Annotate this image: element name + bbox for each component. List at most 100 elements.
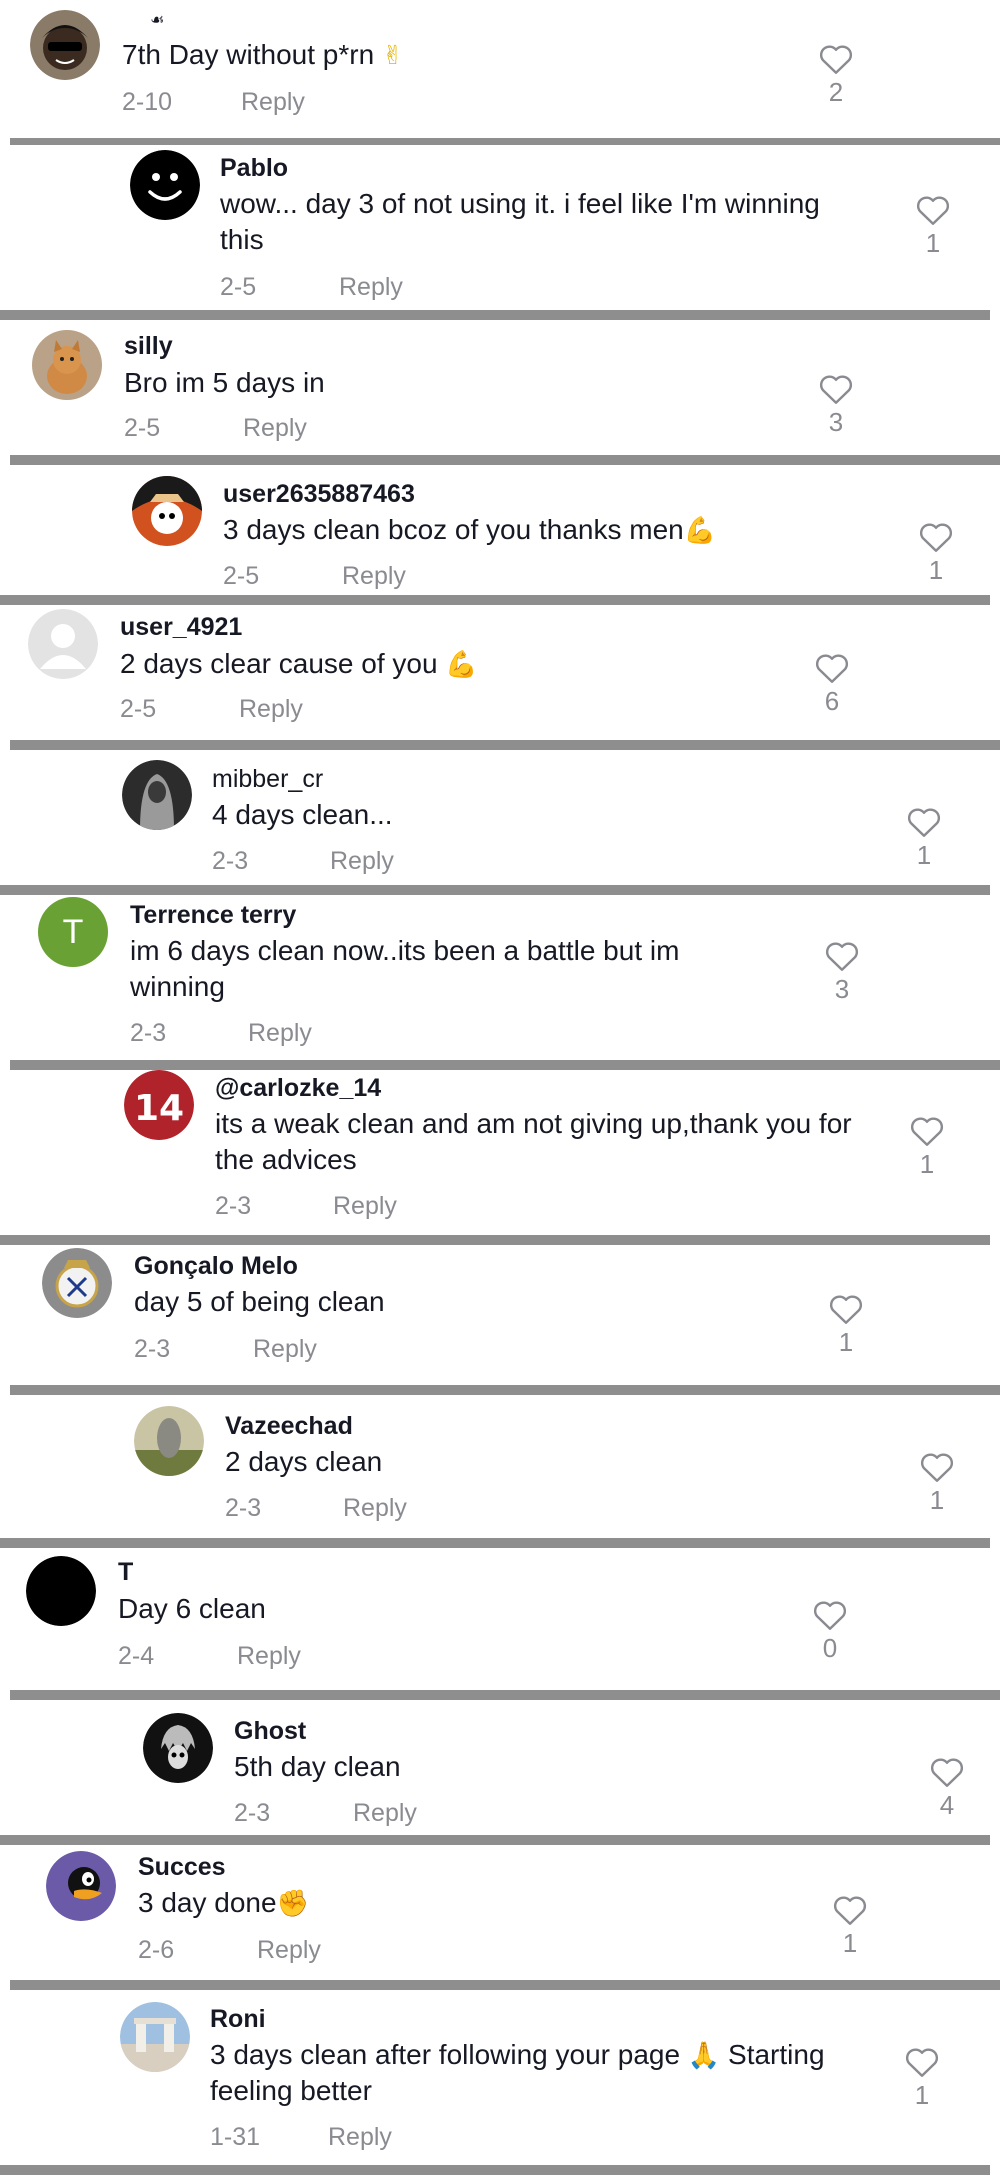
top-badge-icon: ☙: [150, 12, 165, 29]
comment-body: im 6 days clean now..its been a battle b…: [130, 935, 680, 1002]
reply-button[interactable]: Reply: [343, 1494, 407, 1523]
default-avatar-icon[interactable]: [28, 609, 98, 679]
comment-date: 2-4: [118, 1642, 155, 1670]
comment-card: user_4921 2 days clear cause of you 💪 2-…: [0, 605, 1000, 740]
reply-button[interactable]: Reply: [248, 1019, 312, 1048]
reply-button[interactable]: Reply: [239, 695, 303, 724]
comment-text: 3 days clean after following your page 🙏…: [210, 2037, 870, 2109]
comment-date: 2-10: [122, 88, 173, 116]
letter-avatar-icon[interactable]: T: [38, 897, 108, 967]
like-count: 1: [928, 555, 944, 585]
like-button[interactable]: 1: [903, 193, 963, 259]
comment-card: Roni 3 days clean after following your p…: [0, 1995, 1000, 2165]
like-button[interactable]: 3: [806, 372, 866, 438]
username[interactable]: @carlozke_14: [215, 1074, 381, 1103]
reply-button[interactable]: Reply: [328, 2123, 392, 2152]
victory-hand-icon: ✌: [381, 40, 404, 70]
landscape-avatar-icon[interactable]: [120, 2002, 190, 2072]
like-button[interactable]: 1: [897, 1114, 957, 1180]
comment-body: its a weak clean and am not giving up,th…: [215, 1108, 852, 1175]
jersey-avatar-icon[interactable]: 14: [124, 1070, 194, 1140]
comment-card: ☙ 7th Day without p*rn ✌ 2-10 Reply 2: [0, 0, 1000, 138]
like-button[interactable]: 1: [820, 1893, 880, 1959]
like-button[interactable]: 1: [907, 1450, 967, 1516]
like-button[interactable]: 4: [917, 1755, 977, 1821]
comment-text: 3 days clean bcoz of you thanks men💪: [223, 512, 873, 548]
username[interactable]: Terrence terry: [130, 901, 296, 930]
comment-card: Gonçalo Melo day 5 of being clean 2-3 Re…: [0, 1245, 1000, 1385]
username[interactable]: Roni: [210, 2005, 266, 2034]
username[interactable]: Ghost: [234, 1717, 306, 1746]
comment-body: 3 days clean after following your page: [210, 2039, 681, 2070]
heart-outline-icon: [833, 1896, 867, 1925]
duck-avatar-icon[interactable]: [46, 1851, 116, 1921]
heart-outline-icon: [916, 196, 950, 225]
comment-card: Pablo wow... day 3 of not using it. i fe…: [0, 145, 1000, 310]
smiley-avatar-icon[interactable]: [130, 150, 200, 220]
username[interactable]: user_4921: [120, 613, 242, 642]
like-button[interactable]: 1: [894, 805, 954, 871]
username[interactable]: Pablo: [220, 154, 288, 183]
reply-button[interactable]: Reply: [342, 562, 406, 591]
reply-button[interactable]: Reply: [243, 414, 307, 443]
comment-date: 2-6: [138, 1936, 175, 1964]
like-button[interactable]: 1: [892, 2045, 952, 2111]
comment-body: 7th Day without p*rn: [122, 39, 375, 70]
comment-date: 2-3: [225, 1494, 262, 1522]
like-button[interactable]: 6: [802, 651, 862, 717]
like-count: 3: [834, 974, 850, 1004]
comment-card: mibber_cr 4 days clean... 2-3 Reply 1: [0, 755, 1000, 885]
like-button[interactable]: 2: [806, 42, 866, 108]
heart-outline-icon: [919, 523, 953, 552]
like-count: 1: [925, 228, 941, 258]
reply-button[interactable]: Reply: [333, 1192, 397, 1221]
like-count: 1: [842, 1928, 858, 1958]
comment-card: silly Bro im 5 days in 2-5 Reply 3: [0, 320, 1000, 455]
heart-outline-icon: [825, 942, 859, 971]
crest-avatar-icon[interactable]: [42, 1248, 112, 1318]
comment-date: 2-5: [223, 562, 260, 590]
like-count: 6: [824, 686, 840, 716]
heart-outline-icon: [819, 45, 853, 74]
username[interactable]: mibber_cr: [212, 765, 323, 794]
like-button[interactable]: 1: [906, 520, 966, 586]
comment-date: 2-5: [220, 273, 257, 301]
reply-button[interactable]: Reply: [339, 273, 403, 302]
username[interactable]: silly: [124, 332, 173, 361]
heart-outline-icon: [920, 1453, 954, 1482]
like-button[interactable]: 1: [816, 1292, 876, 1358]
like-button[interactable]: 0: [800, 1598, 860, 1664]
like-count: 4: [939, 1790, 955, 1820]
cat-avatar-icon[interactable]: [32, 330, 102, 400]
ball-avatar-icon[interactable]: [132, 476, 202, 546]
username[interactable]: Gonçalo Melo: [134, 1252, 298, 1281]
comment-body: day 5 of being clean: [134, 1286, 385, 1317]
comment-body: 3 days clean bcoz of you thanks men: [223, 514, 684, 545]
ghost-avatar-icon[interactable]: [143, 1713, 213, 1783]
username[interactable]: Succes: [138, 1853, 226, 1882]
comment-date: 1-31: [210, 2123, 261, 2151]
comment-card: Succes 3 day done✊ 2-6 Reply 1: [0, 1845, 1000, 1980]
reply-button[interactable]: Reply: [253, 1335, 317, 1364]
heart-outline-icon: [819, 375, 853, 404]
cartoon-avatar-icon[interactable]: [30, 10, 100, 80]
reply-button[interactable]: Reply: [353, 1799, 417, 1828]
comment-date: 2-5: [120, 695, 157, 723]
reply-button[interactable]: Reply: [237, 1642, 301, 1671]
statue-avatar-icon[interactable]: [134, 1406, 204, 1476]
comment-date: 2-3: [215, 1192, 252, 1220]
username[interactable]: user2635887463: [223, 480, 415, 509]
comment-body: Day 6 clean: [118, 1593, 266, 1624]
username[interactable]: Vazeechad: [225, 1412, 353, 1441]
reply-button[interactable]: Reply: [257, 1936, 321, 1965]
username[interactable]: T: [118, 1558, 133, 1587]
heart-outline-icon: [907, 808, 941, 837]
hooded-figure-avatar-icon[interactable]: [122, 760, 192, 830]
comment-card: T Terrence terry im 6 days clean now..it…: [0, 895, 1000, 1060]
reply-button[interactable]: Reply: [241, 88, 305, 117]
like-button[interactable]: 3: [812, 939, 872, 1005]
comment-text: 3 day done✊: [138, 1885, 778, 1921]
black-avatar-icon[interactable]: [26, 1556, 96, 1626]
reply-button[interactable]: Reply: [330, 847, 394, 876]
comment-date: 2-3: [234, 1799, 271, 1827]
